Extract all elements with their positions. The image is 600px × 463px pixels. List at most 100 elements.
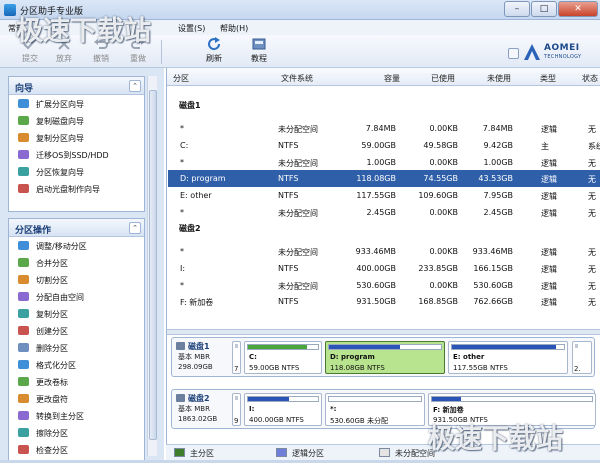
table-row[interactable]: C: NTFS 59.00GB 49.58GB 9.42GB 主 系统 bbox=[168, 137, 600, 154]
table-row[interactable]: * 未分配空间 1.00GB 0.00KB 1.00GB 逻辑 无 bbox=[168, 154, 600, 171]
wizard-item-3[interactable]: 迁移OS到SSD/HDD bbox=[9, 146, 144, 163]
operation-item-label: 创建分区 bbox=[36, 327, 68, 336]
table-row[interactable]: F: 新加卷 NTFS 931.50GB 168.85GB 762.66GB 逻辑 无 bbox=[168, 293, 600, 310]
toolbar-separator bbox=[161, 40, 162, 64]
operation-item-12[interactable]: 检查分区 bbox=[9, 441, 144, 458]
maximize-button[interactable]: □ bbox=[531, 1, 557, 17]
partition-block[interactable]: *: 530.60GB 未分配 bbox=[325, 393, 425, 426]
legend-primary-swatch bbox=[174, 448, 185, 457]
operation-item-label: 更改盘符 bbox=[36, 395, 68, 404]
operation-item-11[interactable]: 擦除分区 bbox=[9, 424, 144, 441]
toolbar-dropdown-button[interactable] bbox=[508, 48, 519, 59]
cell-used: 0.00KB bbox=[429, 280, 458, 290]
minimize-button[interactable]: – bbox=[504, 1, 530, 17]
operation-item-icon bbox=[18, 428, 29, 437]
unallocated-mini-block[interactable]: 9 bbox=[232, 393, 241, 426]
disk-group-title: 磁盘2 bbox=[179, 224, 201, 233]
operation-item-2[interactable]: 切割分区 bbox=[9, 271, 144, 288]
partition-block-name: I: bbox=[249, 405, 255, 413]
cell-used: 168.85GB bbox=[418, 297, 458, 307]
partition-block[interactable]: D: program 118.08GB NTFS bbox=[325, 341, 445, 374]
operation-item-label: 调整/移动分区 bbox=[36, 242, 87, 251]
wizard-item-label: 复制磁盘向导 bbox=[36, 117, 84, 126]
disk-info[interactable]: 磁盘1 基本 MBR 298.09GB bbox=[176, 340, 230, 374]
operation-item-6[interactable]: 删除分区 bbox=[9, 339, 144, 356]
usage-fill bbox=[248, 397, 289, 401]
operation-item-icon bbox=[18, 326, 29, 335]
col-partition[interactable]: 分区 bbox=[173, 73, 189, 84]
table-row[interactable]: * 未分配空间 7.84MB 0.00KB 7.84MB 逻辑 无 bbox=[168, 120, 600, 137]
wizard-item-icon bbox=[18, 184, 29, 193]
wizard-item-label: 扩展分区向导 bbox=[36, 100, 84, 109]
disk-type: 基本 MBR bbox=[178, 405, 210, 413]
cell-used: 0.00KB bbox=[429, 247, 458, 256]
wizard-item-5[interactable]: 启动光盘制作向导 bbox=[9, 180, 144, 197]
cell-cap: 1.00GB bbox=[366, 157, 397, 167]
left-scrollbar[interactable] bbox=[147, 76, 157, 456]
partition-block-info: 59.00GB NTFS bbox=[249, 364, 300, 372]
cell-free: 2.45GB bbox=[483, 208, 514, 217]
table-row[interactable]: I: NTFS 400.00GB 233.85GB 166.15GB 逻辑 无 bbox=[168, 260, 600, 277]
table-row[interactable]: E: other NTFS 117.55GB 109.60GB 7.95GB 逻辑 无 bbox=[168, 187, 600, 204]
menu-help[interactable]: 帮助(H) bbox=[220, 23, 248, 34]
usage-fill bbox=[329, 345, 400, 349]
cell-part: I: bbox=[180, 263, 186, 273]
partition-block[interactable]: I: 400.00GB NTFS bbox=[244, 393, 322, 426]
wizard-item-1[interactable]: 复制磁盘向导 bbox=[9, 112, 144, 129]
cell-free: 762.66GB bbox=[473, 297, 513, 307]
tutorial-button[interactable]: 教程 bbox=[242, 37, 276, 67]
partition-block[interactable]: E: other 117.55GB NTFS bbox=[448, 341, 568, 374]
menu-settings[interactable]: 设置(S) bbox=[178, 23, 205, 34]
operation-item-icon bbox=[18, 292, 29, 301]
operation-item-5[interactable]: 创建分区 bbox=[9, 322, 144, 339]
operations-group-title: 分区操作 bbox=[15, 226, 52, 236]
cell-cap: 931.50GB bbox=[356, 297, 396, 307]
col-filesystem[interactable]: 文件系统 bbox=[281, 73, 313, 84]
unallocated-mini-block[interactable]: 7 bbox=[232, 341, 241, 374]
wizard-item-2[interactable]: 复制分区向导 bbox=[9, 129, 144, 146]
cell-status: 无 bbox=[588, 281, 596, 291]
usage-fill bbox=[248, 345, 307, 349]
cell-free: 43.53GB bbox=[478, 174, 513, 184]
unallocated-mini-block-right[interactable]: 2. bbox=[572, 341, 592, 374]
cell-fs: 未分配空间 bbox=[278, 158, 318, 168]
disk-info[interactable]: 磁盘2 基本 MBR 1863.02GB bbox=[176, 392, 230, 426]
left-scrollbar-thumb[interactable] bbox=[149, 90, 157, 440]
operation-item-8[interactable]: 更改卷标 bbox=[9, 373, 144, 390]
refresh-button[interactable]: 刷新 bbox=[197, 37, 231, 67]
legend-primary-label: 主分区 bbox=[190, 449, 214, 458]
cell-cap: 7.84MB bbox=[365, 124, 396, 133]
operation-item-icon bbox=[18, 343, 29, 352]
col-status[interactable]: 状态 bbox=[582, 73, 598, 84]
disk-name: 磁盘1 bbox=[188, 342, 210, 351]
disk-icon bbox=[176, 342, 185, 350]
usage-bar bbox=[451, 344, 565, 350]
cell-part: * bbox=[180, 280, 184, 290]
pane-splitter[interactable] bbox=[167, 329, 600, 335]
operation-item-3[interactable]: 分配自由空间 bbox=[9, 288, 144, 305]
operation-item-7[interactable]: 格式化分区 bbox=[9, 356, 144, 373]
col-type[interactable]: 类型 bbox=[540, 73, 556, 84]
col-capacity[interactable]: 容量 bbox=[384, 73, 400, 84]
collapse-wizards-button[interactable]: ⌃ bbox=[129, 80, 141, 92]
tutorial-icon bbox=[252, 38, 266, 50]
table-row[interactable]: D: program NTFS 118.08GB 74.55GB 43.53GB 逻辑 无 bbox=[168, 170, 600, 188]
operation-item-10[interactable]: 转换到主分区 bbox=[9, 407, 144, 424]
cell-cap: 2.45GB bbox=[366, 208, 397, 217]
operation-item-9[interactable]: 更改盘符 bbox=[9, 390, 144, 407]
col-free[interactable]: 未使用 bbox=[487, 73, 511, 84]
close-button[interactable]: ✕ bbox=[558, 1, 598, 17]
table-row[interactable]: * 未分配空间 933.46MB 0.00KB 933.46MB 逻辑 无 bbox=[168, 243, 600, 260]
operation-item-1[interactable]: 合并分区 bbox=[9, 254, 144, 271]
wizard-item-4[interactable]: 分区恢复向导 bbox=[9, 163, 144, 180]
col-used[interactable]: 已使用 bbox=[431, 73, 455, 84]
table-row[interactable]: * 未分配空间 530.60GB 0.00KB 530.60GB 逻辑 无 bbox=[168, 277, 600, 294]
cell-type: 逻辑 bbox=[541, 209, 557, 218]
collapse-operations-button[interactable]: ⌃ bbox=[129, 222, 141, 234]
cell-cap: 530.60GB bbox=[356, 280, 396, 290]
wizard-item-0[interactable]: 扩展分区向导 bbox=[9, 95, 144, 112]
operation-item-4[interactable]: 复制分区 bbox=[9, 305, 144, 322]
operation-item-0[interactable]: 调整/移动分区 bbox=[9, 237, 144, 254]
partition-block[interactable]: C: 59.00GB NTFS bbox=[244, 341, 322, 374]
table-row[interactable]: * 未分配空间 2.45GB 0.00KB 2.45GB 逻辑 无 bbox=[168, 204, 600, 221]
